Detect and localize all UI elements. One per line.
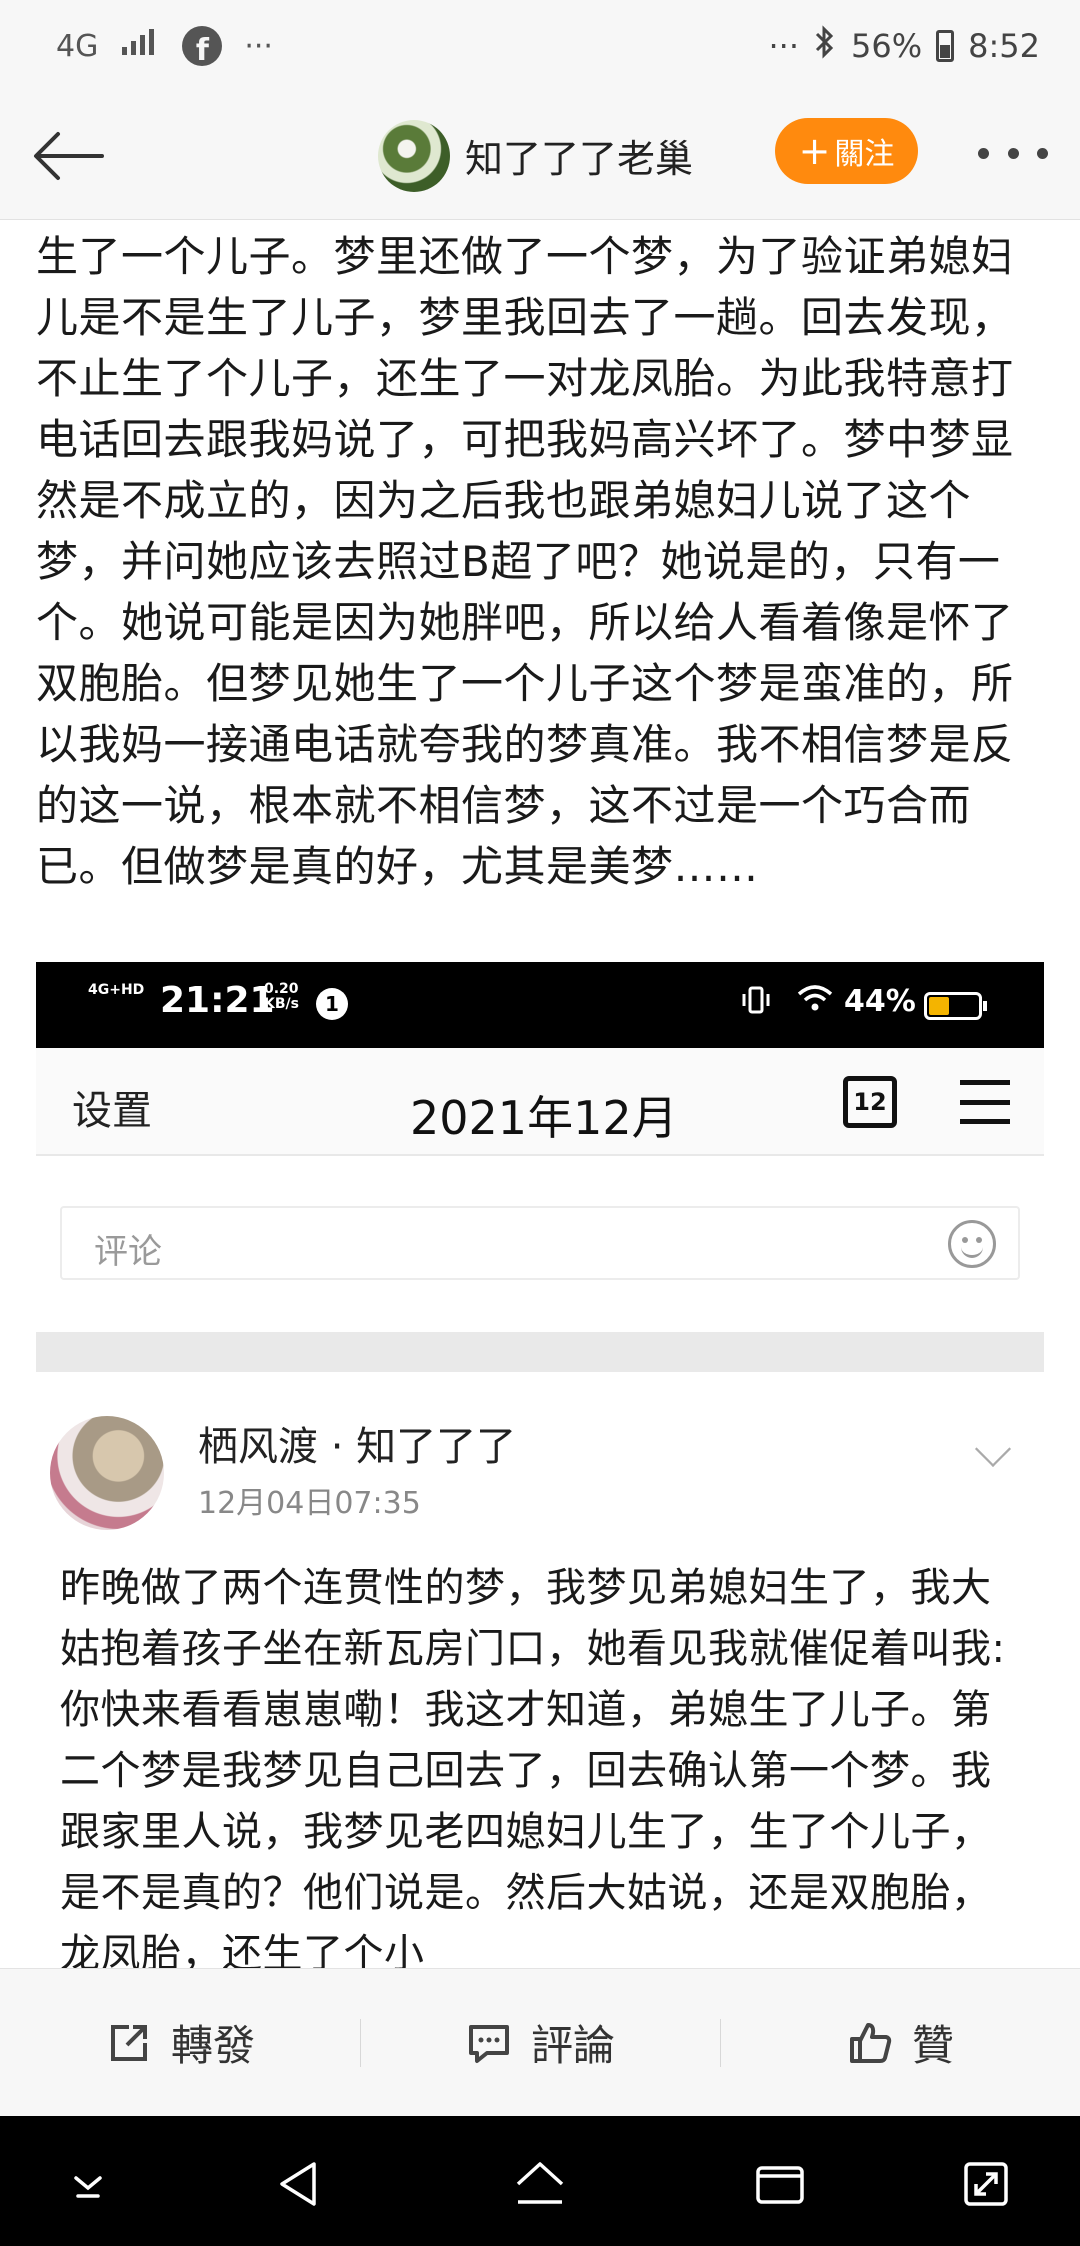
user-avatar[interactable] — [378, 120, 450, 192]
month-title: 2021年12月 — [410, 1091, 678, 1145]
comment-timestamp: 12月04日07:35 — [198, 1486, 421, 1521]
thumbs-up-icon — [849, 2022, 892, 2063]
recents-nav-icon[interactable] — [752, 2156, 808, 2212]
expand-icon[interactable] — [958, 2156, 1014, 2212]
menu-icon — [960, 1080, 1010, 1124]
system-navigation-bar — [0, 2116, 1080, 2246]
more-status-indicator: ··· — [768, 27, 800, 65]
embedded-battery-icon — [924, 992, 987, 1020]
bluetooth-icon — [813, 24, 837, 68]
like-label: 贊 — [911, 2021, 954, 2070]
follow-button[interactable]: + 關注 — [775, 118, 918, 184]
vibrate-icon — [739, 984, 773, 1024]
hide-keyboard-icon[interactable] — [60, 2156, 116, 2212]
embedded-calendar-header: 设置 2021年12月 12 — [36, 1048, 1044, 1156]
network-indicator: 4G — [56, 28, 99, 64]
status-bar: 4G f ··· ··· 56% 8:52 — [0, 0, 1080, 90]
repost-button[interactable]: 轉發 — [0, 1969, 360, 2117]
share-icon — [110, 2024, 147, 2061]
comment-label: 評論 — [530, 2021, 615, 2070]
comment-input: 评论 — [60, 1206, 1020, 1280]
comment-author-avatar — [50, 1416, 164, 1530]
settings-label: 设置 — [72, 1088, 152, 1134]
section-divider — [36, 1332, 1044, 1372]
emoji-icon — [948, 1220, 996, 1268]
like-button[interactable]: 贊 — [720, 1969, 1080, 2117]
embedded-screenshot[interactable]: 4G+HD 21:21 0.20 KB/s 1 44% 设置 2021年12月 … — [36, 962, 1044, 1974]
comment-placeholder: 评论 — [94, 1232, 162, 1272]
calendar-icon: 12 — [843, 1076, 897, 1128]
action-bar: 轉發 評論 贊 — [0, 1968, 1080, 2116]
embedded-clock: 21:21 — [160, 980, 275, 1021]
embedded-battery-percent: 44% — [844, 984, 916, 1019]
comment-author-name: 栖风渡 · 知了了了 — [198, 1424, 517, 1470]
embedded-signal: 4G+HD — [88, 982, 145, 998]
repost-label: 轉發 — [170, 2021, 255, 2070]
signal-icon — [120, 27, 160, 65]
speed-unit: KB/s — [264, 996, 299, 1012]
comment-icon — [468, 2024, 509, 2063]
back-arrow-icon[interactable] — [28, 120, 108, 190]
speed-value: 0.20 — [264, 981, 299, 997]
more-options-icon[interactable] — [978, 138, 1048, 168]
post-body-text: 生了一个儿子。梦里还做了一个梦，为了验证弟媳妇儿是不是生了儿子，梦里我回去了一趟… — [36, 232, 1014, 891]
clock: 8:52 — [968, 27, 1040, 65]
comment-text: 昨晚做了两个连贯性的梦，我梦见弟媳妇生了，我大姑抱着孩子坐在新瓦房门口，她看见我… — [60, 1565, 1006, 1974]
battery-percent: 56% — [851, 27, 923, 65]
battery-icon — [936, 30, 955, 62]
follow-label: 關注 — [834, 137, 895, 172]
user-name[interactable]: 知了了了老巢 — [465, 128, 693, 183]
embedded-network-speed: 0.20 KB/s — [264, 982, 299, 1012]
back-nav-icon[interactable] — [272, 2156, 328, 2212]
chevron-down-icon — [974, 1430, 1012, 1468]
comment-button[interactable]: 評論 — [360, 1969, 720, 2117]
notification-badge: 1 — [316, 988, 348, 1020]
app-header: 知了了了老巢 + 關注 — [0, 90, 1080, 220]
home-nav-icon[interactable] — [512, 2156, 568, 2212]
embedded-status-bar: 4G+HD 21:21 0.20 KB/s 1 44% — [36, 962, 1044, 1048]
facebook-icon: f — [182, 26, 223, 66]
more-notifications-indicator: ··· — [244, 28, 273, 64]
plus-icon: + — [798, 129, 831, 173]
wifi-icon — [796, 982, 834, 1022]
